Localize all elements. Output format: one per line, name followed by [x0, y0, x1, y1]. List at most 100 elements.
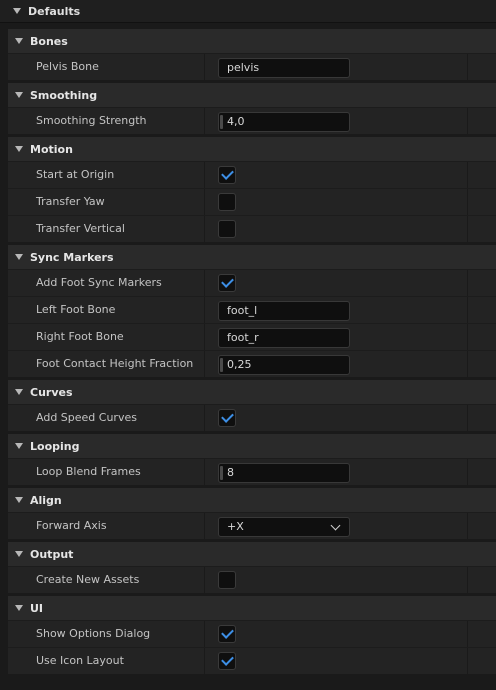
property-label: Add Foot Sync Markers	[36, 276, 162, 289]
property-row-start-at-origin: Start at Origin	[8, 161, 496, 188]
property-label: Smoothing Strength	[36, 114, 147, 127]
checkmark-icon	[221, 626, 234, 639]
column-divider	[467, 162, 468, 188]
column-divider[interactable]	[204, 405, 205, 431]
drag-grip[interactable]	[220, 358, 223, 372]
create-new-assets-checkbox[interactable]	[218, 571, 236, 589]
column-divider[interactable]	[204, 297, 205, 323]
add-foot-sync-markers-checkbox[interactable]	[218, 274, 236, 292]
collapse-arrow-icon[interactable]	[13, 8, 21, 14]
checkmark-icon	[221, 410, 234, 423]
property-row-transfer-vertical: Transfer Vertical	[8, 215, 496, 242]
chevron-down-icon	[330, 520, 341, 531]
section-motion-header[interactable]: Motion	[8, 136, 496, 161]
column-divider	[467, 405, 468, 431]
forward-axis-dropdown[interactable]: +X	[218, 517, 350, 537]
category-title: Defaults	[28, 4, 81, 18]
collapse-arrow-icon[interactable]	[15, 605, 23, 611]
column-divider[interactable]	[204, 621, 205, 647]
property-row-create-new-assets: Create New Assets	[8, 566, 496, 593]
column-divider[interactable]	[204, 567, 205, 593]
column-divider	[467, 351, 468, 377]
collapse-arrow-icon[interactable]	[15, 254, 23, 260]
spinbox-value: 0,25	[227, 358, 252, 371]
property-row-use-icon-layout: Use Icon Layout	[8, 647, 496, 674]
smoothing-strength-spinbox[interactable]: 4,0	[218, 112, 350, 132]
right-foot-bone-input[interactable]: foot_r	[218, 328, 350, 348]
property-row-right-foot-bone: Right Foot Bone foot_r	[8, 323, 496, 350]
section-title: Smoothing	[30, 88, 98, 102]
pelvis-bone-input[interactable]: pelvis	[218, 58, 350, 78]
section-sync-markers-header[interactable]: Sync Markers	[8, 244, 496, 269]
section-bones-header[interactable]: Bones	[8, 28, 496, 53]
property-row-add-foot-sync-markers: Add Foot Sync Markers	[8, 269, 496, 296]
use-icon-layout-checkbox[interactable]	[218, 652, 236, 670]
loop-blend-frames-spinbox[interactable]: 8	[218, 463, 350, 483]
property-label: Foot Contact Height Fraction	[36, 357, 194, 370]
collapse-arrow-icon[interactable]	[15, 443, 23, 449]
property-label: Pelvis Bone	[36, 60, 99, 73]
section-title: Sync Markers	[30, 250, 114, 264]
section-title: Align	[30, 493, 62, 507]
add-speed-curves-checkbox[interactable]	[218, 409, 236, 427]
property-row-add-speed-curves: Add Speed Curves	[8, 404, 496, 431]
section-title: Bones	[30, 34, 68, 48]
column-divider	[467, 54, 468, 80]
property-label: Show Options Dialog	[36, 627, 151, 640]
collapse-arrow-icon[interactable]	[15, 497, 23, 503]
foot-contact-height-fraction-spinbox[interactable]: 0,25	[218, 355, 350, 375]
column-divider[interactable]	[204, 54, 205, 80]
start-at-origin-checkbox[interactable]	[218, 166, 236, 184]
section-curves-header[interactable]: Curves	[8, 379, 496, 404]
section-ui-header[interactable]: UI	[8, 595, 496, 620]
collapse-arrow-icon[interactable]	[15, 92, 23, 98]
column-divider	[467, 189, 468, 215]
drag-grip[interactable]	[220, 466, 223, 480]
section-title: Looping	[30, 439, 80, 453]
column-divider	[467, 513, 468, 539]
column-divider[interactable]	[204, 351, 205, 377]
column-divider[interactable]	[204, 216, 205, 242]
transfer-yaw-checkbox[interactable]	[218, 193, 236, 211]
property-row-show-options-dialog: Show Options Dialog	[8, 620, 496, 647]
transfer-vertical-checkbox[interactable]	[218, 220, 236, 238]
column-divider[interactable]	[204, 648, 205, 674]
property-label: Right Foot Bone	[36, 330, 124, 343]
panel-bottom	[8, 674, 496, 690]
column-divider	[467, 216, 468, 242]
property-label: Use Icon Layout	[36, 654, 124, 667]
show-options-dialog-checkbox[interactable]	[218, 625, 236, 643]
spinbox-value: 4,0	[227, 115, 245, 128]
section-title: Curves	[30, 385, 73, 399]
property-row-foot-contact-height-fraction: Foot Contact Height Fraction 0,25	[8, 350, 496, 377]
collapse-arrow-icon[interactable]	[15, 389, 23, 395]
column-divider[interactable]	[204, 162, 205, 188]
property-label: Add Speed Curves	[36, 411, 137, 424]
property-row-pelvis-bone: Pelvis Bone pelvis	[8, 53, 496, 80]
column-divider[interactable]	[204, 270, 205, 296]
column-divider[interactable]	[204, 513, 205, 539]
checkmark-icon	[221, 653, 234, 666]
section-align-header[interactable]: Align	[8, 487, 496, 512]
section-smoothing-header[interactable]: Smoothing	[8, 82, 496, 107]
section-output-header[interactable]: Output	[8, 541, 496, 566]
drag-grip[interactable]	[220, 115, 223, 129]
column-divider[interactable]	[204, 189, 205, 215]
column-divider[interactable]	[204, 108, 205, 134]
column-divider[interactable]	[204, 324, 205, 350]
checkmark-icon	[221, 167, 234, 180]
property-label: Forward Axis	[36, 519, 107, 532]
column-divider[interactable]	[204, 459, 205, 485]
section-title: Output	[30, 547, 74, 561]
category-defaults-header[interactable]: Defaults	[0, 0, 496, 23]
section-title: Motion	[30, 142, 73, 156]
collapse-arrow-icon[interactable]	[15, 146, 23, 152]
collapse-arrow-icon[interactable]	[15, 551, 23, 557]
spinbox-value: 8	[227, 466, 234, 479]
collapse-arrow-icon[interactable]	[15, 38, 23, 44]
left-foot-bone-input[interactable]: foot_l	[218, 301, 350, 321]
property-row-loop-blend-frames: Loop Blend Frames 8	[8, 458, 496, 485]
section-looping-header[interactable]: Looping	[8, 433, 496, 458]
column-divider	[467, 324, 468, 350]
property-label: Loop Blend Frames	[36, 465, 141, 478]
